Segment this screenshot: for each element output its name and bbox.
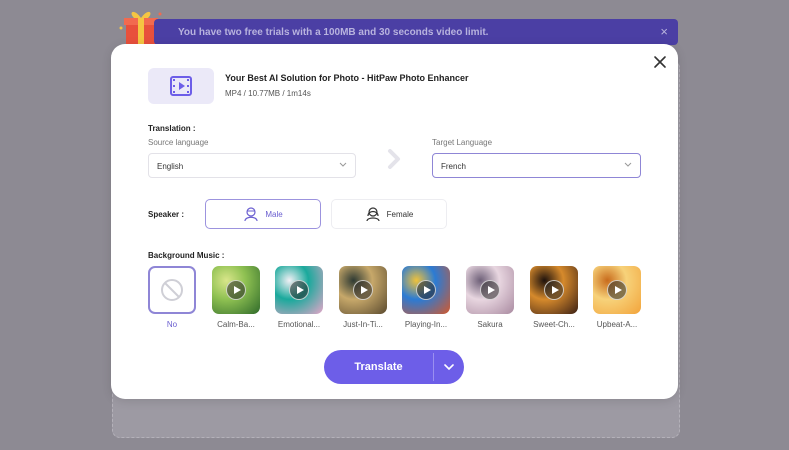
translate-dialog: Your Best AI Solution for Photo - HitPaw… <box>111 44 678 399</box>
music-option-label: Calm-Ba... <box>217 320 255 329</box>
music-option-label: Upbeat-A... <box>596 320 638 329</box>
music-option-label: Emotional... <box>277 320 321 329</box>
music-option-label: Just-In-Ti... <box>343 320 383 329</box>
translation-heading: Translation : <box>148 124 196 133</box>
no-music-icon <box>148 266 196 314</box>
translate-button[interactable]: Translate <box>324 350 433 384</box>
speaker-heading: Speaker : <box>148 210 185 219</box>
file-meta: MP4 / 10.77MB / 1m14s <box>225 89 311 98</box>
video-file-icon <box>170 76 192 96</box>
speaker-female-button[interactable]: Female <box>331 199 447 229</box>
play-icon[interactable] <box>480 280 500 300</box>
free-trial-banner: You have two free trials with a 100MB an… <box>154 19 678 45</box>
chevron-down-icon <box>624 162 632 167</box>
music-option-label: No <box>166 320 178 329</box>
target-language-select[interactable]: French <box>432 153 641 178</box>
speaker-male-button[interactable]: Male <box>205 199 321 229</box>
music-option-6[interactable]: Sweet-Ch... <box>530 266 578 329</box>
music-option-label: Playing-In... <box>404 320 448 329</box>
music-option-3[interactable]: Just-In-Ti... <box>339 266 387 329</box>
background-music-heading: Background Music : <box>148 251 225 260</box>
play-icon[interactable] <box>544 280 564 300</box>
file-title: Your Best AI Solution for Photo - HitPaw… <box>225 73 469 83</box>
music-thumbnail <box>339 266 387 314</box>
translate-options-dropdown[interactable] <box>434 350 464 384</box>
music-option-none[interactable]: No <box>148 266 196 329</box>
close-icon[interactable] <box>652 54 668 70</box>
speaker-female-label: Female <box>386 209 414 219</box>
chevron-down-icon <box>444 364 454 371</box>
play-icon[interactable] <box>353 280 373 300</box>
play-icon[interactable] <box>607 280 627 300</box>
play-icon[interactable] <box>226 280 246 300</box>
target-language-label: Target Language <box>432 138 493 147</box>
music-thumbnail <box>212 266 260 314</box>
translate-label: Translate <box>354 361 403 373</box>
target-language-value: French <box>441 162 466 171</box>
music-thumbnail <box>402 266 450 314</box>
music-option-4[interactable]: Playing-In... <box>402 266 450 329</box>
music-option-label: Sweet-Ch... <box>533 320 575 329</box>
music-option-2[interactable]: Emotional... <box>275 266 323 329</box>
music-thumbnail <box>530 266 578 314</box>
music-thumbnail <box>275 266 323 314</box>
music-option-1[interactable]: Calm-Ba... <box>212 266 260 329</box>
video-thumbnail <box>148 68 214 104</box>
banner-close-icon[interactable]: × <box>660 24 668 39</box>
arrow-right-icon <box>388 149 400 169</box>
translate-button-group: Translate <box>324 350 464 384</box>
chevron-down-icon <box>339 162 347 167</box>
music-option-5[interactable]: Sakura <box>466 266 514 329</box>
music-thumbnail <box>593 266 641 314</box>
music-thumbnail <box>466 266 514 314</box>
music-option-7[interactable]: Upbeat-A... <box>593 266 641 329</box>
source-language-label: Source language <box>148 138 209 147</box>
play-icon[interactable] <box>416 280 436 300</box>
music-option-label: Sakura <box>477 320 503 329</box>
speaker-male-label: Male <box>265 209 283 219</box>
source-language-value: English <box>157 162 184 171</box>
banner-message: You have two free trials with a 100MB an… <box>178 27 489 38</box>
female-avatar-icon <box>366 207 380 222</box>
male-avatar-icon <box>244 207 258 222</box>
play-icon[interactable] <box>289 280 309 300</box>
source-language-select[interactable]: English <box>148 153 356 178</box>
